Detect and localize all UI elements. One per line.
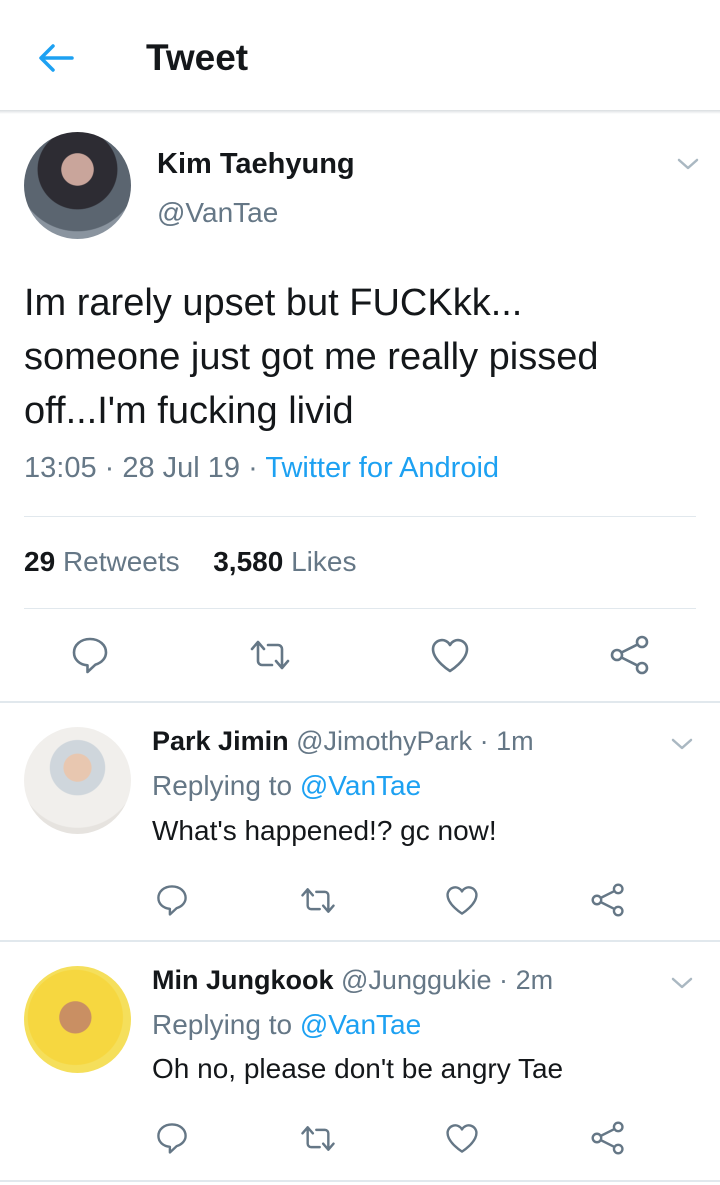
meta-dot: · — [248, 452, 266, 484]
chevron-down-icon[interactable] — [670, 971, 694, 995]
tweet-source-link[interactable]: Twitter for Android — [265, 452, 499, 484]
retweets-label: Retweets — [62, 546, 180, 577]
like-button[interactable] — [440, 878, 484, 922]
replying-to: Replying to @VanTae — [152, 770, 421, 802]
author-name[interactable]: Kim Taehyung — [157, 148, 355, 181]
reply-icon — [157, 885, 187, 916]
reply-text: What's happened!? gc now! — [152, 815, 497, 846]
retweet-button[interactable] — [248, 633, 292, 677]
reply-time: 2m — [515, 965, 554, 995]
like-button[interactable] — [428, 633, 472, 677]
retweets-stat[interactable]: 29 Retweets — [24, 546, 180, 577]
replying-to-label: Replying to — [152, 1009, 293, 1040]
like-icon — [431, 638, 469, 673]
divider — [24, 608, 696, 609]
reply-button[interactable] — [150, 1116, 194, 1160]
reply-author-handle[interactable]: @JimothyPark — [296, 726, 472, 756]
chevron-down-icon[interactable] — [670, 732, 694, 756]
divider — [24, 516, 696, 517]
like-icon — [446, 886, 478, 915]
share-button[interactable] — [586, 878, 630, 922]
section-divider — [0, 940, 720, 942]
back-arrow-icon — [39, 44, 74, 72]
retweet-button[interactable] — [296, 878, 340, 922]
tweet-text: Im rarely upset but FUCKkk... someone ju… — [24, 282, 599, 432]
like-button[interactable] — [440, 1116, 484, 1160]
retweets-count: 29 — [24, 546, 56, 577]
reply-header: Park Jimin @JimothyPark · 1m — [152, 726, 534, 757]
meta-dot: · — [499, 965, 509, 995]
section-divider — [0, 1180, 720, 1182]
share-button[interactable] — [608, 633, 652, 677]
top-bar: Tweet — [0, 0, 720, 112]
meta-dot: · — [104, 452, 123, 484]
share-icon — [591, 883, 624, 917]
likes-label: Likes — [291, 546, 357, 577]
reply-author-handle[interactable]: @Junggukie — [341, 965, 492, 995]
share-icon — [610, 635, 649, 675]
meta-dot: · — [479, 726, 489, 756]
reply-icon — [72, 637, 108, 674]
tweet-date: 28 Jul 19 — [122, 452, 241, 484]
replying-to-handle-link[interactable]: @VanTae — [300, 770, 421, 801]
retweet-icon — [250, 640, 290, 670]
back-button[interactable] — [36, 38, 76, 78]
retweet-icon — [301, 1125, 335, 1151]
header-shadow — [0, 110, 720, 114]
avatar[interactable] — [24, 132, 131, 239]
page-title: Tweet — [146, 37, 249, 78]
replying-to-handle-link[interactable]: @VanTae — [300, 1009, 421, 1040]
share-button[interactable] — [586, 1116, 630, 1160]
avatar[interactable] — [24, 966, 131, 1073]
reply-time: 1m — [496, 726, 534, 756]
tweet-meta: 13:05 · 28 Jul 19 · Twitter for Android — [24, 452, 499, 485]
tweet-time: 13:05 — [24, 452, 97, 484]
like-icon — [446, 1124, 478, 1153]
reply-header: Min Jungkook @Junggukie · 2m — [152, 965, 553, 996]
tweet-stats: 29 Retweets 3,580 Likes — [24, 546, 356, 578]
replying-to: Replying to @VanTae — [152, 1009, 421, 1041]
retweet-icon — [301, 887, 335, 913]
avatar[interactable] — [24, 727, 131, 834]
section-divider — [0, 701, 720, 703]
chevron-down-icon[interactable] — [676, 152, 700, 176]
share-icon — [591, 1121, 624, 1155]
reply-button[interactable] — [68, 633, 112, 677]
reply-author-name[interactable]: Park Jimin — [152, 726, 289, 756]
reply-button[interactable] — [150, 878, 194, 922]
reply-icon — [157, 1123, 187, 1154]
author-handle[interactable]: @VanTae — [157, 197, 278, 229]
replying-to-label: Replying to — [152, 770, 293, 801]
reply-text: Oh no, please don't be angry Tae — [152, 1053, 564, 1084]
reply-author-name[interactable]: Min Jungkook — [152, 965, 334, 995]
retweet-button[interactable] — [296, 1116, 340, 1160]
likes-count: 3,580 — [213, 546, 284, 577]
likes-stat[interactable]: 3,580 Likes — [213, 546, 356, 577]
